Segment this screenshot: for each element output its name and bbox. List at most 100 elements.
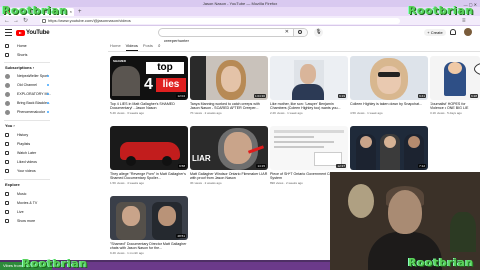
video-card[interactable]: 9:58 They allege "Revenge Porn" in Matt …: [110, 126, 188, 185]
video-title[interactable]: Colleen Highley is taken down by Snapcha…: [350, 102, 428, 111]
new-content-dot: [47, 84, 49, 86]
playlists-icon: [5, 142, 9, 146]
sidebar: Home Shorts Subscriptions › NetpeaWeller …: [0, 40, 52, 260]
channel-search-icon[interactable]: ⌕: [158, 43, 161, 49]
back-icon[interactable]: ←: [4, 17, 10, 25]
video-thumbnail[interactable]: 9:41: [350, 56, 428, 100]
lamp-shape: [348, 184, 374, 218]
sidebar-item-playlists[interactable]: Playlists: [5, 140, 51, 148]
video-thumbnail[interactable]: 9:19: [270, 56, 348, 100]
video-title[interactable]: 'Journalist' HOPES for Violence • ONE BI…: [430, 102, 480, 111]
video-duration: 12:04: [176, 94, 186, 98]
notifications-bell-icon[interactable]: [450, 29, 456, 35]
tab-videos[interactable]: Videos: [125, 42, 139, 51]
sidebar-item-liked[interactable]: Liked videos: [5, 158, 51, 166]
video-title[interactable]: Matt Gallagher Windsor Ontario Filmmaker…: [190, 172, 268, 181]
watermark-bottom-left: Rootbrian: [22, 257, 88, 270]
video-duration: 9:41: [418, 94, 426, 98]
video-card[interactable]: 9:41 Colleen Highley is taken down by Sn…: [350, 56, 428, 115]
video-title[interactable]: "Shamed" Documentary Director Matt Galla…: [110, 242, 188, 251]
sidebar-item-live[interactable]: Live: [5, 208, 51, 216]
music-icon: [5, 192, 9, 196]
sidebar-subscription[interactable]: Phenomenalcolor: [5, 108, 51, 116]
plant-shape: [450, 212, 476, 252]
sidebar-item-watch-later[interactable]: Watch Later: [5, 149, 51, 157]
sidebar-item-shorts[interactable]: Shorts: [5, 51, 51, 59]
address-bar[interactable]: https://www.youtube.com/@jasonnason/vide…: [40, 18, 400, 24]
create-button[interactable]: + Create: [424, 29, 446, 36]
live-icon: [5, 210, 9, 214]
sidebar-item-home[interactable]: Home: [5, 42, 51, 50]
new-content-dot: [47, 111, 49, 113]
video-card[interactable]: top 4 lies SHAMED 12:04 Top 4 LIES in Ma…: [110, 56, 188, 115]
sidebar-divider: [4, 62, 50, 63]
youtube-header: YouTube ✕ 🎙 + Create: [0, 26, 480, 44]
video-card[interactable]: LIAR 14:15 Matt Gallagher Windsor Ontari…: [190, 126, 268, 185]
video-title[interactable]: Tanya Manning worked to catch creeps wit…: [190, 102, 268, 111]
you-heading[interactable]: You ›: [5, 123, 15, 128]
youtube-logo[interactable]: YouTube: [16, 29, 50, 37]
video-thumbnail[interactable]: 1:04:30: [190, 56, 268, 100]
hamburger-menu-icon[interactable]: [5, 29, 12, 36]
channel-avatar-icon: [5, 83, 10, 88]
search-icon: [298, 30, 302, 34]
sidebar-subscription[interactable]: EXPLORATORY MI...: [5, 90, 51, 98]
sidebar-item-history[interactable]: History: [5, 131, 51, 139]
sidebar-item-music[interactable]: Music: [5, 190, 51, 198]
close-tab-icon[interactable]: ×: [70, 8, 72, 16]
video-thumbnail[interactable]: 28:51: [110, 196, 188, 240]
tabs-divider: [108, 51, 480, 52]
sidebar-subscription[interactable]: Old Channel: [5, 81, 51, 89]
account-avatar[interactable]: [464, 28, 472, 36]
navigation-toolbar: ← → ↻ https://www.youtube.com/@jasonnaso…: [0, 16, 480, 26]
sidebar-subscription[interactable]: NetpeaWeller Sport: [5, 72, 51, 80]
video-meta: 1.5K views · 4 weeks ago: [110, 181, 145, 185]
video-card[interactable]: 28:51 "Shamed" Documentary Director Matt…: [110, 196, 188, 255]
video-title[interactable]: Top 4 LIES in Matt Gallagher's SHAMED Do…: [110, 102, 188, 111]
video-duration: 7:12: [418, 164, 426, 168]
sidebar-subscription[interactable]: Bring Back Blackle...: [5, 99, 51, 107]
video-card[interactable]: 1:04:30 Tanya Manning worked to catch cr…: [190, 56, 268, 115]
video-thumbnail[interactable]: LIAR 14:15: [190, 126, 268, 170]
streamer-face: [388, 190, 422, 234]
channel-avatar-icon: [5, 74, 10, 79]
screen: Jason Nason - YouTube — Mozilla Firefox …: [0, 0, 480, 270]
new-tab-icon[interactable]: +: [78, 8, 82, 16]
channel-avatar-icon: [5, 110, 10, 115]
home-icon: [5, 44, 9, 48]
video-duration: 1:04:30: [253, 94, 266, 98]
subscriptions-heading[interactable]: Subscriptions ›: [5, 65, 34, 70]
video-title[interactable]: Like mother, like son: 'Lawyer' Benjamin…: [270, 102, 348, 111]
video-title[interactable]: They allege "Revenge Porn" in Matt Galla…: [110, 172, 188, 181]
video-thumbnail[interactable]: 12:37: [270, 126, 348, 170]
video-duration: 6:28: [470, 94, 478, 98]
search-box: ✕: [158, 28, 308, 44]
video-duration: 14:15: [256, 164, 266, 168]
reload-icon[interactable]: ↻: [23, 17, 28, 25]
watermark-bottom-right: Rootbrian: [408, 256, 474, 269]
search-button[interactable]: [293, 29, 307, 36]
tab-posts[interactable]: Posts: [143, 42, 153, 50]
chevron-down-icon: [5, 219, 9, 223]
menu-icon[interactable]: ≡: [462, 17, 466, 25]
microphone-icon[interactable]: 🎙: [314, 28, 323, 37]
video-thumbnail[interactable]: 9:58: [110, 126, 188, 170]
video-thumbnail[interactable]: 7:12: [350, 126, 428, 170]
sidebar-item-movies[interactable]: Movies & TV: [5, 199, 51, 207]
tab-home[interactable]: Home: [110, 42, 121, 50]
sidebar-item-your-videos[interactable]: Your videos: [5, 167, 51, 175]
video-meta: 9.4K views · 1 month ago: [110, 251, 144, 255]
video-thumbnail[interactable]: ? 6:28: [430, 56, 480, 100]
video-card[interactable]: ? 6:28 'Journalist' HOPES for Violence •…: [430, 56, 480, 115]
forward-icon[interactable]: →: [13, 17, 19, 25]
video-card[interactable]: 9:19 Like mother, like son: 'Lawyer' Ben…: [270, 56, 348, 115]
channel-avatar-icon: [5, 101, 10, 106]
your-videos-icon: [5, 169, 9, 173]
video-duration: 9:58: [178, 164, 186, 168]
video-thumbnail[interactable]: top 4 lies SHAMED 12:04: [110, 56, 188, 100]
search-input[interactable]: [159, 37, 279, 44]
clear-search-icon[interactable]: ✕: [285, 29, 289, 36]
new-content-dot: [47, 93, 49, 95]
sidebar-item-chevron-down[interactable]: Show more: [5, 217, 51, 225]
video-duration: 28:51: [176, 234, 186, 238]
